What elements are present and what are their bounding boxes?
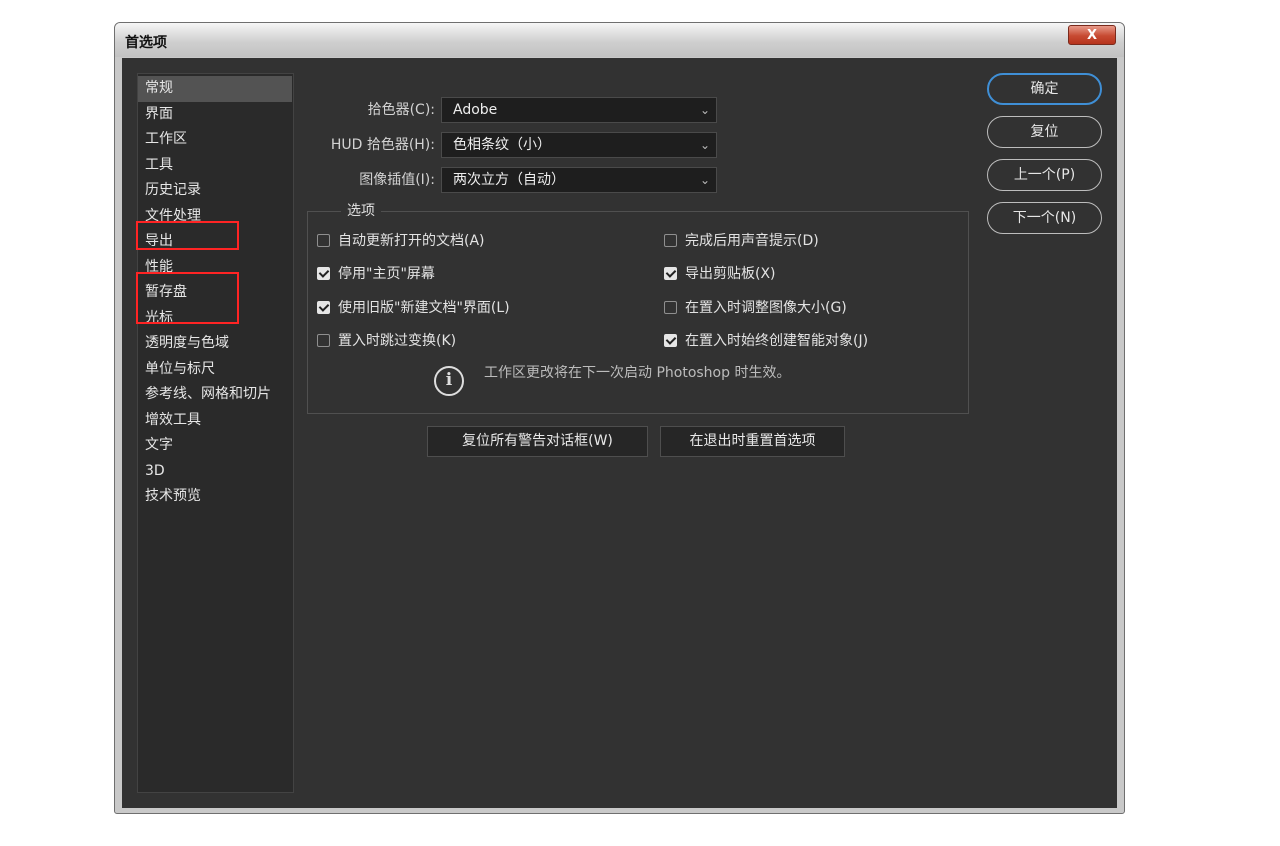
- sidebar-item-tech-previews[interactable]: 技术预览: [138, 484, 293, 510]
- checkbox-checked-icon: [664, 334, 677, 347]
- disable-home-screen-checkbox[interactable]: 停用"主页"屏幕: [317, 264, 435, 284]
- checkbox-unchecked-icon: [664, 234, 677, 247]
- highlight-file-handling: [136, 221, 239, 250]
- checkbox-checked-icon: [664, 267, 677, 280]
- hud-color-picker-label: HUD 拾色器(H):: [330, 137, 435, 153]
- restart-note: 工作区更改将在下一次启动 Photoshop 时生效。: [484, 365, 791, 381]
- resize-on-place-checkbox[interactable]: 在置入时调整图像大小(G): [664, 298, 847, 318]
- beep-when-done-checkbox[interactable]: 完成后用声音提示(D): [664, 231, 819, 251]
- sidebar-item-plugins[interactable]: 增效工具: [138, 408, 293, 434]
- next-button[interactable]: 下一个(N): [987, 202, 1102, 234]
- chevron-down-icon: ⌄: [699, 103, 710, 117]
- hud-color-picker-select[interactable]: 色相条纹（小） ⌄: [441, 132, 717, 158]
- sidebar-item-type[interactable]: 文字: [138, 433, 293, 459]
- info-icon: i: [434, 366, 464, 396]
- color-picker-label: 拾色器(C):: [367, 102, 435, 118]
- preferences-dialog: 首选项 X 常规 界面 工作区 工具 历史记录 文件处理 导出 性能 暂存盘 光…: [114, 22, 1125, 814]
- reset-prefs-on-quit-button[interactable]: 在退出时重置首选项: [660, 426, 845, 457]
- skip-transform-checkbox[interactable]: 置入时跳过变换(K): [317, 331, 456, 351]
- legacy-new-doc-checkbox[interactable]: 使用旧版"新建文档"界面(L): [317, 298, 510, 318]
- ok-button[interactable]: 确定: [987, 73, 1102, 105]
- close-button[interactable]: X: [1068, 25, 1116, 45]
- color-picker-row: 拾色器(C): Adobe ⌄: [122, 97, 722, 123]
- hud-color-picker-row: HUD 拾色器(H): 色相条纹（小） ⌄: [122, 132, 722, 158]
- resize-on-place-label: 在置入时调整图像大小(G): [685, 300, 847, 316]
- sidebar-item-3d[interactable]: 3D: [138, 459, 293, 485]
- beep-when-done-label: 完成后用声音提示(D): [685, 233, 819, 249]
- reset-button[interactable]: 复位: [987, 116, 1102, 148]
- color-picker-value: Adobe: [453, 102, 498, 118]
- dialog-title: 首选项: [125, 35, 167, 51]
- checkbox-checked-icon: [317, 267, 330, 280]
- chevron-down-icon: ⌄: [699, 173, 710, 187]
- checkbox-checked-icon: [317, 301, 330, 314]
- options-legend: 选项: [341, 200, 381, 222]
- image-interpolation-row: 图像插值(I): 两次立方（自动） ⌄: [122, 167, 722, 193]
- checkbox-unchecked-icon: [317, 234, 330, 247]
- auto-update-docs-label: 自动更新打开的文档(A): [338, 233, 485, 249]
- highlight-performance-scratch: [136, 272, 239, 324]
- sidebar-item-guides-grid-slices[interactable]: 参考线、网格和切片: [138, 382, 293, 408]
- checkbox-unchecked-icon: [664, 301, 677, 314]
- image-interpolation-label: 图像插值(I):: [359, 172, 435, 188]
- smart-objects-checkbox[interactable]: 在置入时始终创建智能对象(J): [664, 331, 868, 351]
- smart-objects-label: 在置入时始终创建智能对象(J): [685, 333, 869, 349]
- color-picker-select[interactable]: Adobe ⌄: [441, 97, 717, 123]
- chevron-down-icon: ⌄: [699, 138, 710, 152]
- sidebar-item-transparency-gamut[interactable]: 透明度与色域: [138, 331, 293, 357]
- legacy-new-doc-label: 使用旧版"新建文档"界面(L): [338, 300, 510, 316]
- title-bar[interactable]: 首选项 X: [115, 23, 1124, 57]
- reset-all-warnings-button[interactable]: 复位所有警告对话框(W): [427, 426, 648, 457]
- checkbox-unchecked-icon: [317, 334, 330, 347]
- export-clipboard-checkbox[interactable]: 导出剪贴板(X): [664, 264, 776, 284]
- dialog-body: 常规 界面 工作区 工具 历史记录 文件处理 导出 性能 暂存盘 光标 透明度与…: [122, 58, 1117, 808]
- image-interpolation-select[interactable]: 两次立方（自动） ⌄: [441, 167, 717, 193]
- export-clipboard-label: 导出剪贴板(X): [685, 266, 776, 282]
- image-interpolation-value: 两次立方（自动）: [453, 172, 565, 188]
- disable-home-screen-label: 停用"主页"屏幕: [338, 266, 435, 282]
- auto-update-docs-checkbox[interactable]: 自动更新打开的文档(A): [317, 231, 485, 251]
- skip-transform-label: 置入时跳过变换(K): [338, 333, 457, 349]
- hud-color-picker-value: 色相条纹（小）: [453, 137, 551, 153]
- sidebar-item-units-rulers[interactable]: 单位与标尺: [138, 357, 293, 383]
- prev-button[interactable]: 上一个(P): [987, 159, 1102, 191]
